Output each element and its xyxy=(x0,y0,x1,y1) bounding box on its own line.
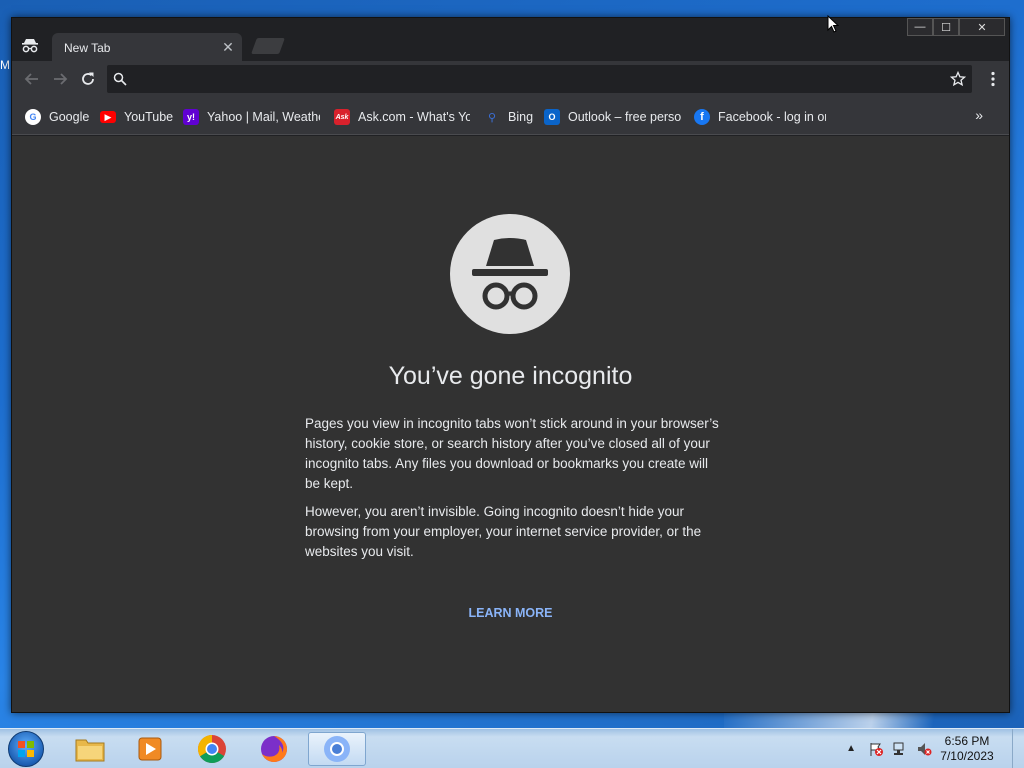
minimize-button[interactable]: — xyxy=(907,18,933,36)
mouse-cursor-icon xyxy=(827,15,839,33)
taskbar-file-explorer[interactable] xyxy=(64,732,116,766)
media-player-icon xyxy=(138,737,162,761)
bookmarks-bar: G Google ▶ YouTube y! Yahoo | Mail, Weat… xyxy=(12,97,1009,135)
bookmark-star-icon[interactable] xyxy=(950,71,966,87)
show-desktop-button[interactable] xyxy=(1012,729,1024,768)
browser-window: New Tab ✕ — ☐ ✕ G Google ▶ YouTube y! Ya… xyxy=(11,17,1010,713)
reload-icon xyxy=(82,72,94,85)
reload-button[interactable] xyxy=(78,69,98,89)
clock-time: 6:56 PM xyxy=(944,734,990,748)
taskbar-firefox[interactable] xyxy=(248,732,300,766)
bookmark-outlook[interactable]: O Outlook – free persor xyxy=(544,108,681,126)
taskbar-chrome[interactable] xyxy=(186,732,238,766)
new-tab-button[interactable] xyxy=(251,38,285,54)
bookmark-facebook[interactable]: f Facebook - log in or xyxy=(694,108,826,126)
incognito-icon xyxy=(22,39,38,53)
bookmark-google[interactable]: G Google xyxy=(25,108,97,126)
youtube-icon: ▶ xyxy=(100,111,116,123)
bookmarks-overflow-button[interactable]: » xyxy=(975,107,983,123)
windows-logo-icon xyxy=(18,741,34,757)
arrow-left-icon xyxy=(24,73,38,85)
search-icon: ⚲ xyxy=(487,111,497,124)
taskbar: ▲ 6:56 PM 7/10/2023 xyxy=(0,728,1024,768)
maximize-button[interactable]: ☐ xyxy=(933,18,959,36)
tab-close-icon[interactable]: ✕ xyxy=(220,39,236,55)
more-vert-icon[interactable] xyxy=(991,71,995,87)
incognito-logo xyxy=(450,214,570,334)
chromium-icon xyxy=(324,736,350,762)
taskbar-media-player[interactable] xyxy=(124,732,176,766)
firefox-icon xyxy=(261,736,287,762)
omnibox-input[interactable] xyxy=(133,69,933,89)
bookmark-bing[interactable]: ⚲ Bing xyxy=(484,108,534,126)
arrow-right-icon xyxy=(54,73,68,85)
bookmark-ask[interactable]: Ask Ask.com - What's You xyxy=(334,108,470,126)
forward-button[interactable] xyxy=(50,69,70,89)
outlook-icon: O xyxy=(544,109,560,125)
show-hidden-icons-button[interactable]: ▲ xyxy=(846,743,856,754)
incognito-description: Pages you view in incognito tabs won’t s… xyxy=(305,416,719,491)
clock[interactable]: 6:56 PM 7/10/2023 xyxy=(932,734,1002,764)
taskbar-chromium[interactable] xyxy=(308,732,366,766)
learn-more-link[interactable]: LEARN MORE xyxy=(12,606,1009,620)
clock-date: 7/10/2023 xyxy=(940,749,994,763)
incognito-warning: However, you aren’t invisible. Going inc… xyxy=(305,504,702,559)
window-controls: — ☐ ✕ xyxy=(907,18,1005,36)
back-button[interactable] xyxy=(22,69,42,89)
bookmark-yahoo[interactable]: y! Yahoo | Mail, Weathe xyxy=(183,108,320,126)
yahoo-icon: y! xyxy=(183,109,199,125)
title-bar[interactable]: New Tab ✕ — ☐ ✕ xyxy=(12,18,1009,61)
address-bar[interactable] xyxy=(107,65,972,93)
google-icon: G xyxy=(25,109,41,125)
ask-icon: Ask xyxy=(334,109,350,125)
tab-title: New Tab xyxy=(64,41,111,55)
incognito-icon xyxy=(472,238,548,310)
desktop-icon-label-edge: M xyxy=(0,58,10,72)
folder-icon xyxy=(75,739,105,762)
search-icon xyxy=(113,72,127,86)
bookmark-youtube[interactable]: ▶ YouTube xyxy=(100,108,178,126)
browser-toolbar xyxy=(12,61,1009,97)
volume-muted-icon[interactable] xyxy=(916,741,932,757)
network-icon[interactable] xyxy=(892,741,908,757)
incognito-page: You’ve gone incognito Pages you view in … xyxy=(12,136,1009,712)
page-title: You’ve gone incognito xyxy=(388,362,633,390)
chrome-icon xyxy=(198,735,226,763)
close-window-button[interactable]: ✕ xyxy=(959,18,1005,36)
tab-new-tab[interactable]: New Tab ✕ xyxy=(52,33,242,61)
system-tray: ▲ 6:56 PM 7/10/2023 xyxy=(844,729,1024,768)
action-center-flag-icon[interactable] xyxy=(868,741,884,757)
facebook-icon: f xyxy=(694,109,710,125)
start-button[interactable] xyxy=(8,731,44,767)
